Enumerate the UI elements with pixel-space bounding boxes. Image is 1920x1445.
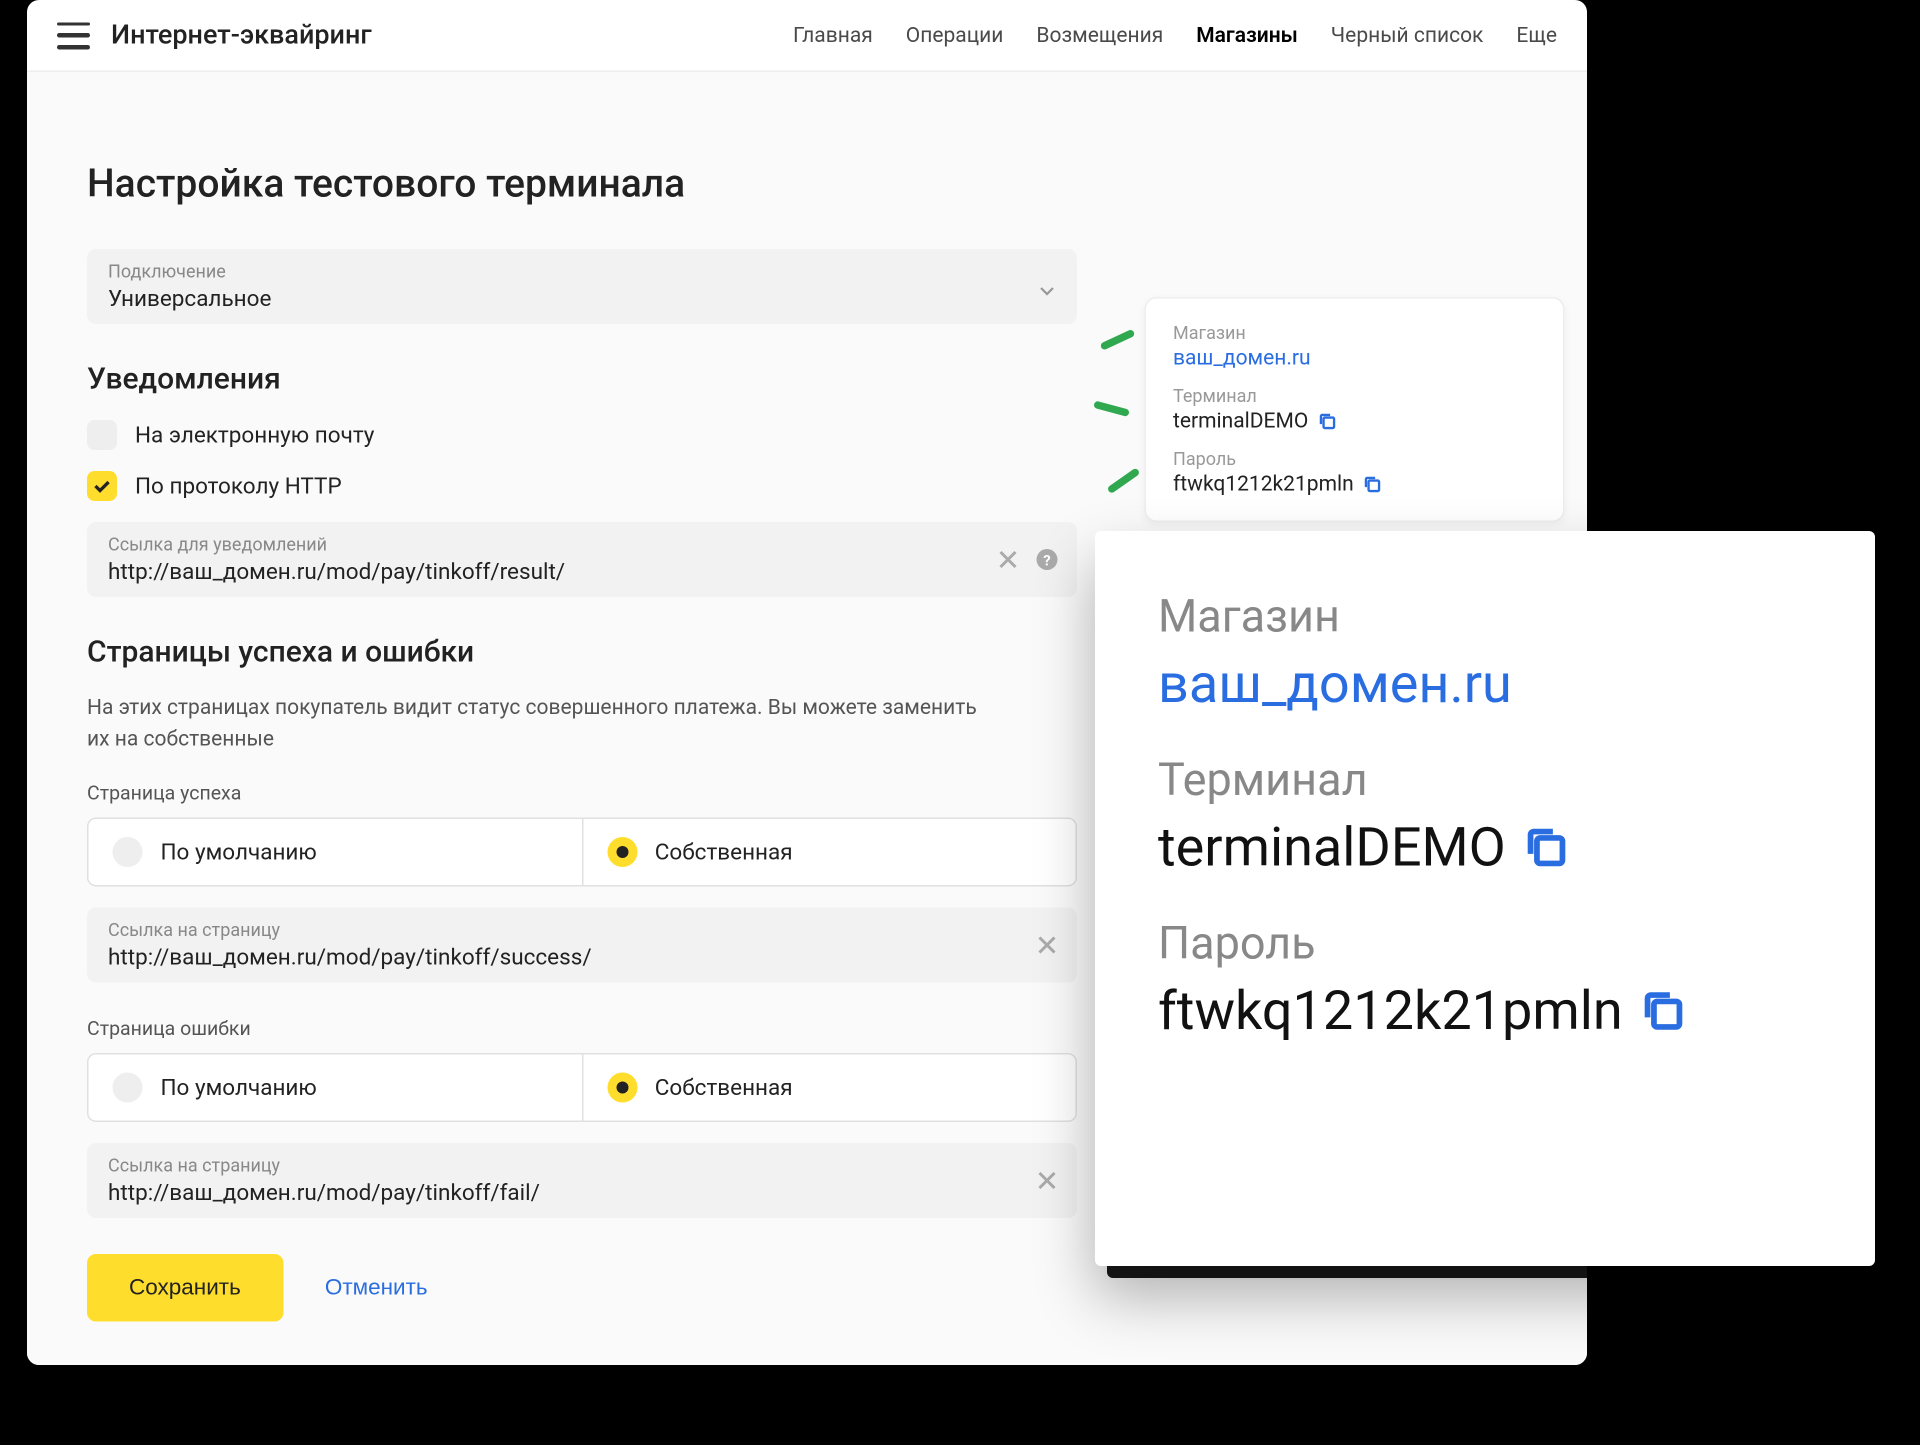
error-url-label: Ссылка на страницу — [108, 1155, 1056, 1176]
pages-description: На этих страницах покупатель видит стату… — [87, 693, 1002, 756]
terminal-label: Терминал — [1173, 386, 1536, 407]
copy-icon[interactable] — [1638, 986, 1689, 1037]
email-checkbox-label: На электронную почту — [135, 422, 374, 449]
notify-url-value: http://ваш_домен.ru/mod/pay/tinkoff/resu… — [108, 558, 1056, 585]
http-checkbox-label: По протоколу HTTP — [135, 473, 342, 500]
zoom-terminal-row: terminalDEMO — [1158, 816, 1812, 879]
cancel-button[interactable]: Отменить — [325, 1275, 428, 1301]
radio-unchecked-icon — [113, 1073, 143, 1103]
success-custom-option[interactable]: Собственная — [581, 819, 1075, 885]
terminal-value: terminalDEMO — [1173, 410, 1308, 434]
menu-icon[interactable] — [57, 22, 90, 49]
connection-select[interactable]: Подключение Универсальное — [87, 249, 1077, 324]
error-default-label: По умолчанию — [161, 1074, 317, 1101]
success-url-label: Ссылка на страницу — [108, 920, 1056, 941]
zoom-password-label: Пароль — [1158, 918, 1812, 971]
clear-icon[interactable] — [1035, 1169, 1059, 1193]
nav-blacklist[interactable]: Черный список — [1331, 23, 1484, 65]
success-default-option[interactable]: По умолчанию — [89, 819, 582, 885]
clear-icon[interactable] — [1035, 933, 1059, 957]
burst-line-icon — [1107, 467, 1141, 494]
radio-unchecked-icon — [113, 837, 143, 867]
connection-value: Универсальное — [108, 285, 1056, 312]
notifications-heading: Уведомления — [87, 360, 1077, 396]
zoom-terminal-value: terminalDEMO — [1158, 816, 1506, 879]
copy-icon[interactable] — [1317, 411, 1338, 432]
shop-link[interactable]: ваш_домен.ru — [1173, 347, 1536, 371]
shop-label: Магазин — [1173, 323, 1536, 344]
zoom-password-value: ftwkq1212k21pmln — [1158, 980, 1623, 1043]
success-url-input[interactable]: Ссылка на страницу http://ваш_домен.ru/m… — [87, 908, 1077, 983]
terminal-value-row: terminalDEMO — [1173, 410, 1536, 434]
zoom-terminal-label: Терминал — [1158, 755, 1812, 808]
radio-checked-icon — [607, 1073, 637, 1103]
save-button[interactable]: Сохранить — [87, 1254, 283, 1322]
svg-text:?: ? — [1043, 552, 1050, 570]
success-segmented: По умолчанию Собственная — [87, 818, 1077, 887]
nav-more[interactable]: Еще — [1516, 23, 1557, 65]
http-notify-row: По протоколу HTTP — [87, 471, 1077, 501]
copy-icon[interactable] — [1363, 474, 1384, 495]
password-label: Пароль — [1173, 449, 1536, 470]
burst-line-icon — [1100, 329, 1136, 351]
zoom-shop-link[interactable]: ваш_домен.ru — [1158, 653, 1812, 716]
form-column: Настройка тестового терминала Подключени… — [87, 162, 1077, 1322]
burst-line-icon — [1093, 400, 1130, 417]
success-label: Страница успеха — [87, 783, 1077, 806]
app-title: Интернет-эквайринг — [111, 20, 372, 52]
success-custom-label: Собственная — [655, 839, 793, 866]
success-default-label: По умолчанию — [161, 839, 317, 866]
error-custom-label: Собственная — [655, 1074, 793, 1101]
credentials-zoom-overlay: Магазин ваш_домен.ru Терминал terminalDE… — [1095, 531, 1875, 1266]
page-title: Настройка тестового терминала — [87, 162, 1077, 207]
error-label: Страница ошибки — [87, 1019, 1077, 1042]
nav-main[interactable]: Главная — [793, 23, 873, 65]
connection-label: Подключение — [108, 261, 1056, 282]
zoom-password-row: ftwkq1212k21pmln — [1158, 980, 1812, 1043]
zoom-shop-label: Магазин — [1158, 591, 1812, 644]
clear-icon[interactable] — [996, 548, 1020, 572]
top-nav: Главная Операции Возмещения Магазины Чер… — [793, 23, 1557, 47]
password-value-row: ftwkq1212k21pmln — [1173, 473, 1536, 497]
action-buttons: Сохранить Отменить — [87, 1254, 1077, 1322]
pages-heading: Страницы успеха и ошибки — [87, 633, 1077, 669]
nav-refunds[interactable]: Возмещения — [1036, 23, 1163, 65]
notify-url-input[interactable]: Ссылка для уведомлений http://ваш_домен.… — [87, 522, 1077, 597]
topbar: Интернет-эквайринг Главная Операции Возм… — [27, 0, 1587, 72]
nav-shops[interactable]: Магазины — [1196, 23, 1298, 65]
notify-url-label: Ссылка для уведомлений — [108, 534, 1056, 555]
error-segmented: По умолчанию Собственная — [87, 1053, 1077, 1122]
copy-icon[interactable] — [1521, 822, 1572, 873]
radio-checked-icon — [607, 837, 637, 867]
success-url-value: http://ваш_домен.ru/mod/pay/tinkoff/succ… — [108, 944, 1056, 971]
email-notify-row: На электронную почту — [87, 420, 1077, 450]
error-url-value: http://ваш_домен.ru/mod/pay/tinkoff/fail… — [108, 1179, 1056, 1206]
nav-operations[interactable]: Операции — [906, 23, 1004, 65]
password-value: ftwkq1212k21pmln — [1173, 473, 1354, 497]
error-default-option[interactable]: По умолчанию — [89, 1055, 582, 1121]
error-url-input[interactable]: Ссылка на страницу http://ваш_домен.ru/m… — [87, 1143, 1077, 1218]
email-checkbox[interactable] — [87, 420, 117, 450]
help-icon[interactable]: ? — [1035, 548, 1059, 572]
credentials-card-wrap: Магазин ваш_домен.ru Терминал terminalDE… — [1145, 297, 1565, 522]
chevron-down-icon — [1038, 278, 1056, 296]
error-custom-option[interactable]: Собственная — [581, 1055, 1075, 1121]
http-checkbox[interactable] — [87, 471, 117, 501]
credentials-card: Магазин ваш_домен.ru Терминал terminalDE… — [1145, 297, 1565, 522]
